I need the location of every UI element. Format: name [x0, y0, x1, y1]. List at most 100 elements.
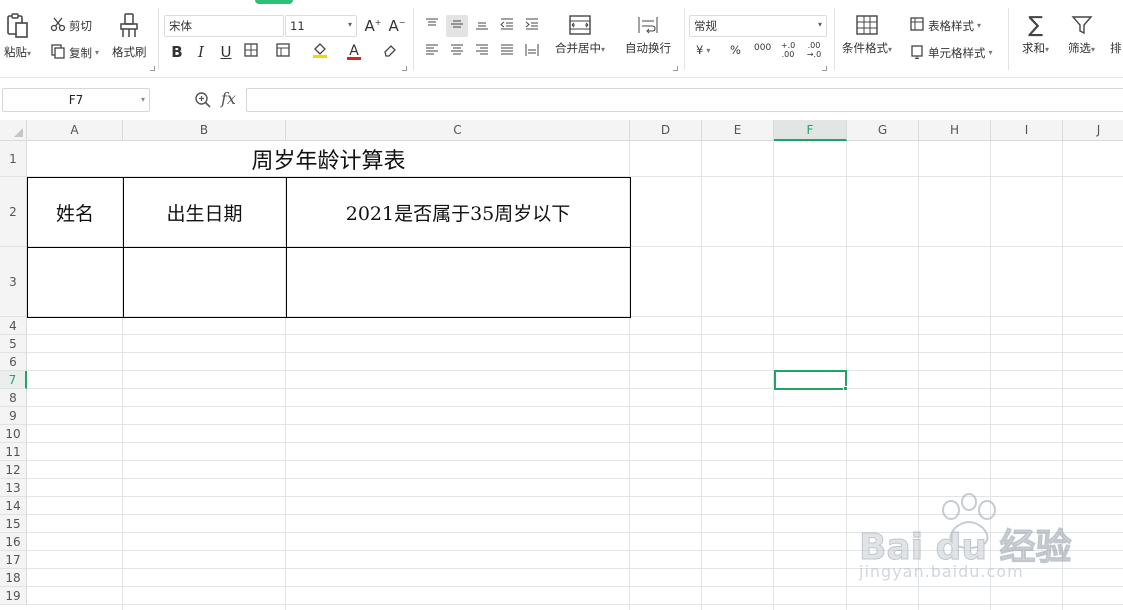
row-header-19[interactable]: 19 — [0, 587, 27, 605]
row-header-7[interactable]: 7 — [0, 371, 27, 389]
sum-button[interactable]: ∑ 求和▾ — [1022, 13, 1050, 56]
align-top-button[interactable] — [421, 15, 443, 37]
decrease-indent-button[interactable] — [496, 15, 518, 37]
row-header-18[interactable]: 18 — [0, 569, 27, 587]
column-header-h[interactable]: H — [919, 120, 991, 141]
justify-button[interactable] — [496, 41, 518, 63]
header-cell-name[interactable]: 姓名 — [27, 177, 123, 247]
row-gridline — [27, 352, 1123, 353]
filter-button[interactable]: 筛选▾ — [1068, 14, 1095, 56]
row-header-9[interactable]: 9 — [0, 407, 27, 425]
wrap-text-button[interactable]: 自动换行 — [625, 14, 671, 56]
align-left-button[interactable] — [421, 41, 443, 63]
paste-button[interactable]: 粘贴▾ — [4, 12, 31, 60]
cut-button[interactable]: 剪切 — [50, 16, 92, 35]
number-format-select[interactable]: 常规 ▾ — [689, 15, 827, 37]
row-header-8[interactable]: 8 — [0, 389, 27, 407]
insert-function-button[interactable]: fx — [221, 89, 236, 108]
row-header-11[interactable]: 11 — [0, 443, 27, 461]
select-all-button[interactable] — [0, 120, 27, 141]
merge-center-button[interactable]: 合并居中▾ — [555, 14, 605, 56]
column-header-b[interactable]: B — [123, 120, 286, 141]
thousands-button[interactable]: 000 — [754, 43, 771, 53]
number-dialog-launcher[interactable] — [822, 66, 827, 71]
data-cell-a3[interactable] — [27, 247, 123, 317]
header-cell-under-35[interactable]: 2021是否属于35周岁以下 — [286, 177, 630, 247]
clear-format-button[interactable] — [379, 41, 401, 63]
cell-type-button[interactable] — [272, 41, 294, 63]
chevron-down-icon: ▾ — [1045, 45, 1050, 54]
increase-font-button[interactable]: A+ — [362, 15, 384, 37]
chevron-down-icon: ▾ — [706, 45, 711, 55]
cut-label: 剪切 — [69, 18, 92, 33]
table-border-line — [27, 177, 28, 318]
row-header-15[interactable]: 15 — [0, 515, 27, 533]
selected-cell-f7[interactable] — [774, 370, 847, 390]
row-header-12[interactable]: 12 — [0, 461, 27, 479]
paste-icon — [5, 12, 31, 40]
row-header-6[interactable]: 6 — [0, 353, 27, 371]
sheet-title[interactable]: 周岁年龄计算表 — [27, 141, 630, 177]
align-middle-button[interactable] — [446, 15, 468, 37]
table-style-button[interactable]: 表格样式 ▾ — [909, 16, 981, 35]
cell-format-icon — [275, 42, 291, 62]
row-header-4[interactable]: 4 — [0, 317, 27, 335]
copy-button[interactable]: 复制 ▾ — [50, 43, 99, 62]
align-center-button[interactable] — [446, 41, 468, 63]
eraser-icon — [382, 42, 398, 62]
align-bottom-button[interactable] — [471, 15, 493, 37]
row-header-5[interactable]: 5 — [0, 335, 27, 353]
zoom-lookup-button[interactable] — [194, 91, 212, 112]
justify-icon — [500, 43, 514, 61]
font-dialog-launcher[interactable] — [402, 66, 407, 71]
column-header-j[interactable]: J — [1063, 120, 1123, 141]
fill-color-button[interactable] — [309, 41, 331, 63]
decrease-font-button[interactable]: A− — [386, 15, 408, 37]
row-header-10[interactable]: 10 — [0, 425, 27, 443]
currency-button[interactable]: ¥ ▾ — [696, 43, 710, 57]
data-cell-b3[interactable] — [123, 247, 286, 317]
sort-button[interactable]: 排 — [1110, 14, 1122, 56]
row-header-13[interactable]: 13 — [0, 479, 27, 497]
column-header-d[interactable]: D — [630, 120, 702, 141]
data-cell-c3[interactable] — [286, 247, 630, 317]
distributed-button[interactable] — [521, 41, 543, 63]
clipboard-dialog-launcher[interactable] — [150, 66, 155, 71]
row-header-16[interactable]: 16 — [0, 533, 27, 551]
column-header-e[interactable]: E — [702, 120, 774, 141]
formula-input[interactable] — [246, 88, 1123, 112]
borders-button[interactable] — [240, 41, 262, 63]
name-box[interactable]: F7 ▾ — [2, 88, 150, 112]
column-header-f[interactable]: F — [774, 120, 847, 141]
row-header-3[interactable]: 3 — [0, 247, 27, 317]
font-name-select[interactable]: 宋体 — [164, 15, 284, 37]
font-color-button[interactable]: A — [343, 41, 365, 63]
column-header-i[interactable]: I — [991, 120, 1063, 141]
align-right-button[interactable] — [471, 41, 493, 63]
align-top-icon — [425, 17, 439, 35]
row-header-14[interactable]: 14 — [0, 497, 27, 515]
column-header-c[interactable]: C — [286, 120, 630, 141]
chevron-down-icon: ▾ — [601, 45, 606, 54]
row-header-2[interactable]: 2 — [0, 177, 27, 247]
fill-handle[interactable] — [843, 386, 848, 391]
alignment-dialog-launcher[interactable] — [673, 66, 678, 71]
row-header-1[interactable]: 1 — [0, 141, 27, 177]
italic-button[interactable]: I — [190, 41, 212, 63]
font-size-select[interactable]: 11 ▾ — [285, 15, 357, 37]
increase-indent-button[interactable] — [521, 15, 543, 37]
decrease-decimal-button[interactable]: .00 →.0 — [804, 41, 824, 59]
percent-button[interactable]: % — [730, 43, 741, 57]
format-painter-button[interactable]: 格式刷 — [112, 12, 147, 60]
chevron-down-icon: ▾ — [817, 20, 822, 29]
bold-button[interactable]: B — [166, 41, 188, 63]
conditional-format-button[interactable]: 条件格式▾ — [842, 14, 892, 56]
font-name-value: 宋体 — [169, 19, 192, 33]
underline-button[interactable]: U — [215, 41, 237, 63]
increase-decimal-button[interactable]: +.0 .00 — [778, 41, 798, 59]
header-cell-birthdate[interactable]: 出生日期 — [123, 177, 286, 247]
cell-style-button[interactable]: 单元格样式 ▾ — [909, 43, 993, 62]
row-header-17[interactable]: 17 — [0, 551, 27, 569]
column-header-g[interactable]: G — [847, 120, 919, 141]
column-header-a[interactable]: A — [27, 120, 123, 141]
